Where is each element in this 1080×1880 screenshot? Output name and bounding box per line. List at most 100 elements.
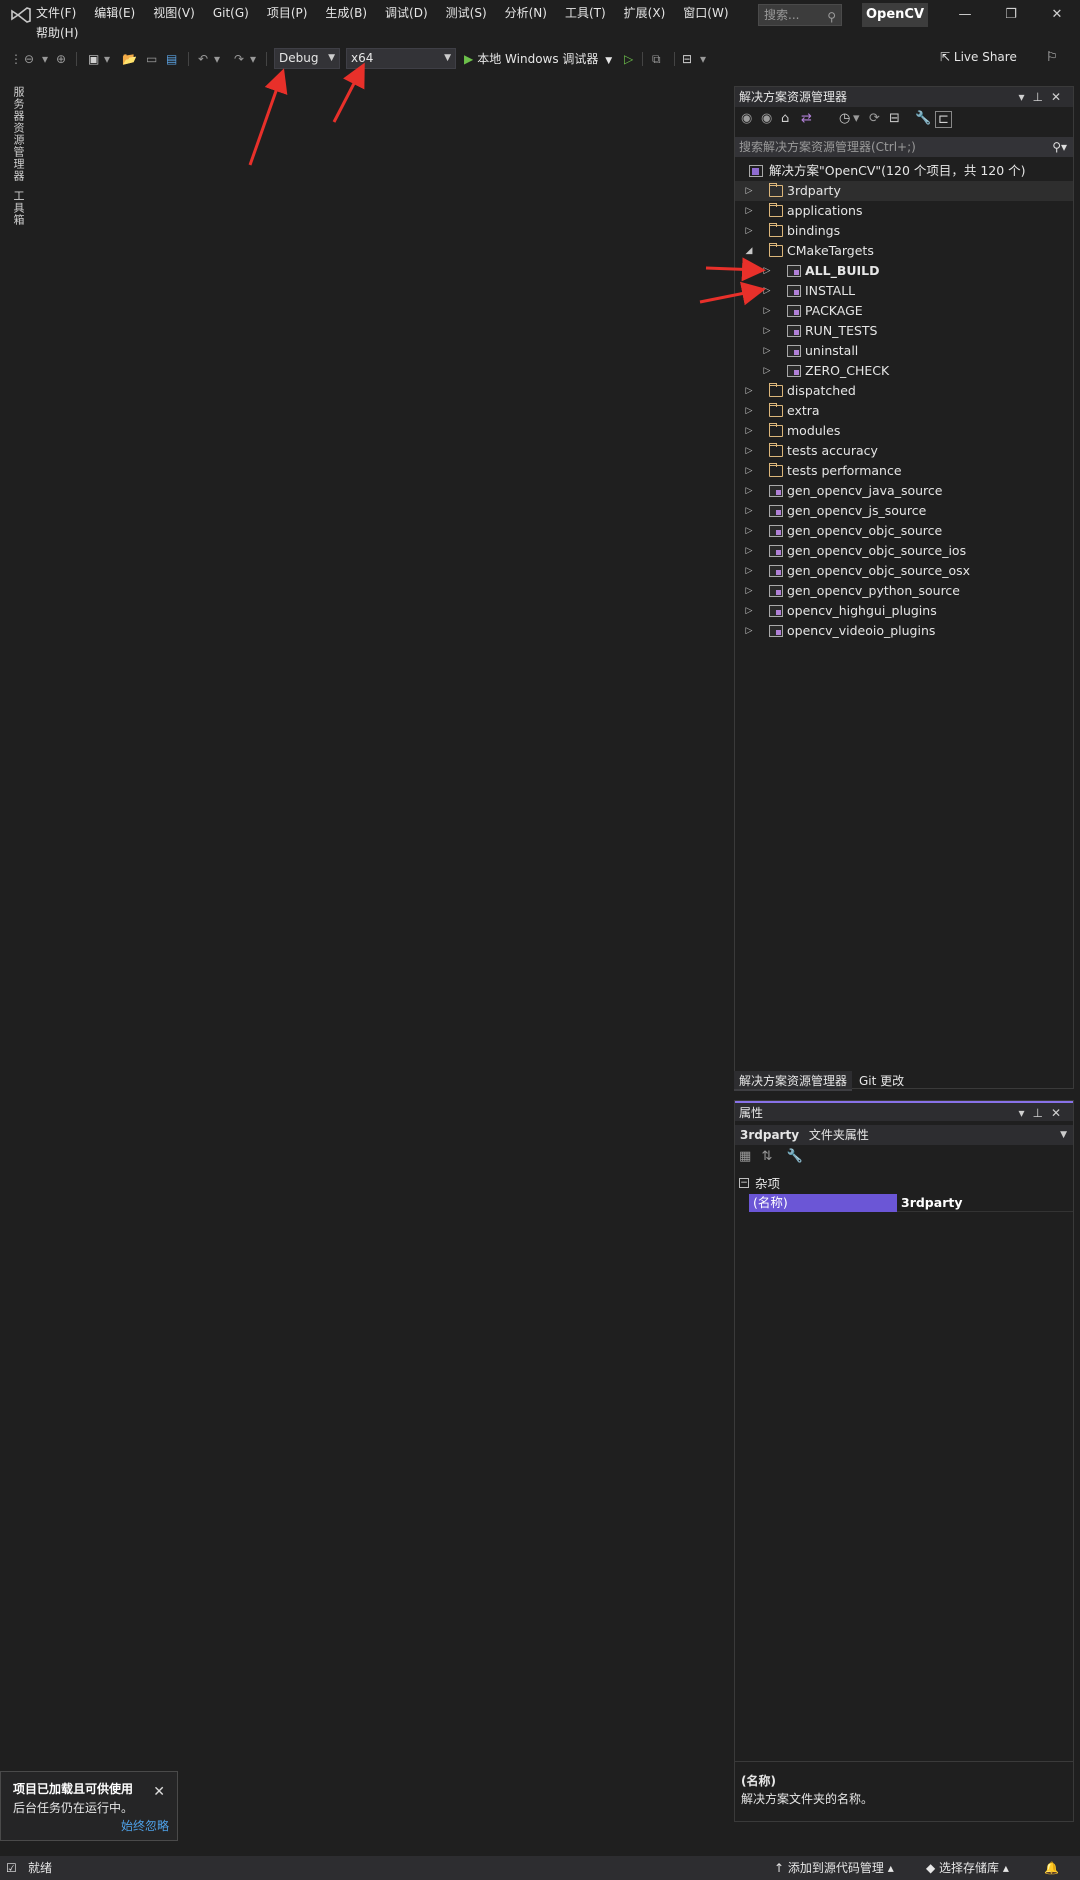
project-node[interactable]: ▷ opencv_videoio_plugins [735,621,1073,641]
project-node[interactable]: ▷ RUN_TESTS [735,321,1073,341]
navigate-back-icon[interactable]: ⊖ [24,48,34,70]
alphabetical-icon[interactable]: ⇅ [761,1149,772,1164]
collapse-icon[interactable]: − [739,1178,749,1188]
open-file-icon[interactable]: 📂 [122,48,137,70]
property-row[interactable]: (名称) 3rdparty [749,1194,1073,1212]
select-repository-button[interactable]: ◆ 选择存储库 ▴ [926,1856,1009,1880]
restore-button[interactable]: ❐ [996,4,1026,26]
solution-configuration-select[interactable]: Debug ▼ [274,48,340,69]
menu-item[interactable]: 编辑(E) [94,3,135,23]
project-node[interactable]: ▷ opencv_highgui_plugins [735,601,1073,621]
project-node[interactable]: ▷ gen_opencv_java_source [735,481,1073,501]
solution-folder-node[interactable]: ▷ extra [735,401,1073,421]
property-category[interactable]: − 杂项 [735,1175,1073,1193]
project-node[interactable]: ▷ gen_opencv_objc_source [735,521,1073,541]
layout-icon[interactable]: ⊟ [682,48,692,70]
solution-folder-node[interactable]: ▷ tests accuracy [735,441,1073,461]
start-debugging-button[interactable]: ▶ 本地 Windows 调试器 ▼ [464,48,612,70]
dropdown-caret-icon[interactable]: ▾ [250,48,256,70]
window-options-icon[interactable]: ▾ [1018,90,1032,104]
project-node[interactable]: ▷ gen_opencv_js_source [735,501,1073,521]
expand-arrow-icon[interactable]: ▷ [743,461,755,481]
browse-icon[interactable]: ⧉ [652,48,661,70]
properties-icon[interactable]: 🔧 [915,111,931,126]
menu-item[interactable]: 分析(N) [505,3,547,23]
menu-item[interactable]: 扩展(X) [624,3,666,23]
pending-changes-filter-icon[interactable]: ◷ [839,111,850,126]
expand-arrow-icon[interactable]: ▷ [743,561,755,581]
project-node[interactable]: ▷ gen_opencv_python_source [735,581,1073,601]
solution-folder-node[interactable]: ▷ applications [735,201,1073,221]
menu-item[interactable]: 项目(P) [267,3,308,23]
live-share-button[interactable]: ⇱ Live Share [940,50,1017,64]
properties-object-select[interactable]: 3rdparty 文件夹属性 ▼ [735,1125,1073,1145]
expand-arrow-icon[interactable]: ▷ [743,581,755,601]
expand-arrow-icon[interactable]: ▷ [761,261,773,281]
pin-icon[interactable]: ⊥ [1032,90,1050,104]
minimize-button[interactable]: — [950,4,980,26]
global-search-input[interactable]: 搜索... ⚲ [758,4,842,26]
dropdown-caret-icon[interactable]: ▾ [853,111,860,126]
save-icon[interactable]: ▭ [146,48,157,70]
preview-selected-icon[interactable]: ⊏ [935,111,952,128]
expand-arrow-icon[interactable]: ▷ [761,281,773,301]
expand-arrow-icon[interactable]: ▷ [761,301,773,321]
solution-folder-node[interactable]: ◢ CMakeTargets [735,241,1073,261]
add-to-source-control-button[interactable]: ↑ 添加到源代码管理 ▴ [774,1856,894,1880]
window-options-icon[interactable]: ▾ [1018,1106,1032,1120]
back-icon[interactable]: ◉ [741,111,752,126]
server-explorer-tab[interactable]: 服务器资源管理器 [10,86,26,182]
expand-arrow-icon[interactable]: ▷ [761,321,773,341]
project-node[interactable]: ▷ PACKAGE [735,301,1073,321]
project-node[interactable]: ▷ ALL_BUILD [735,261,1073,281]
start-without-debugging-icon[interactable]: ▷ [624,48,633,70]
feedback-icon[interactable]: ⚐ [1046,50,1058,65]
expand-arrow-icon[interactable]: ▷ [743,401,755,421]
collapse-arrow-icon[interactable]: ◢ [743,241,755,261]
menu-help[interactable]: 帮助(H) [36,23,78,43]
collapse-all-icon[interactable]: ⊟ [889,111,900,126]
undo-icon[interactable]: ↶ [198,48,208,70]
solution-folder-node[interactable]: ▷ dispatched [735,381,1073,401]
close-button[interactable]: ✕ [1042,4,1072,26]
navigate-forward-icon[interactable]: ⊕ [56,48,66,70]
expand-arrow-icon[interactable]: ▷ [743,621,755,641]
menu-item[interactable]: 窗口(W) [683,3,728,23]
expand-arrow-icon[interactable]: ▷ [743,481,755,501]
project-node[interactable]: ▷ gen_opencv_objc_source_osx [735,561,1073,581]
dropdown-caret-icon[interactable]: ▾ [104,48,110,70]
menu-item[interactable]: 工具(T) [565,3,606,23]
menu-item[interactable]: 生成(B) [325,3,367,23]
project-node[interactable]: ▷ gen_opencv_objc_source_ios [735,541,1073,561]
expand-arrow-icon[interactable]: ▷ [743,381,755,401]
close-icon[interactable]: ✕ [1051,90,1069,104]
project-node[interactable]: ▷ INSTALL [735,281,1073,301]
switch-views-icon[interactable]: ⇄ [801,111,812,126]
dropdown-caret-icon[interactable]: ▾ [214,48,220,70]
project-node[interactable]: ▷ ZERO_CHECK [735,361,1073,381]
home-icon[interactable]: ⌂ [781,111,789,126]
menu-item[interactable]: 测试(S) [446,3,487,23]
expand-arrow-icon[interactable]: ▷ [743,421,755,441]
expand-arrow-icon[interactable]: ▷ [761,361,773,381]
expand-arrow-icon[interactable]: ▷ [743,221,755,241]
new-project-icon[interactable]: ▣ [88,48,99,70]
solution-folder-node[interactable]: ▷ 3rdparty [735,181,1073,201]
expand-arrow-icon[interactable]: ▷ [743,441,755,461]
solution-folder-node[interactable]: ▷ tests performance [735,461,1073,481]
expand-arrow-icon[interactable]: ▷ [743,601,755,621]
menu-item[interactable]: 调试(D) [385,3,428,23]
solution-explorer-search[interactable]: 搜索解决方案资源管理器(Ctrl+;) ⚲▾ [735,137,1073,157]
expand-arrow-icon[interactable]: ▷ [761,341,773,361]
menu-item[interactable]: Git(G) [213,3,249,23]
expand-arrow-icon[interactable]: ▷ [743,181,755,201]
solution-folder-node[interactable]: ▷ modules [735,421,1073,441]
sync-icon[interactable]: ⟳ [869,111,880,126]
property-pages-icon[interactable]: 🔧 [786,1149,802,1164]
expand-arrow-icon[interactable]: ▷ [743,541,755,561]
tab-solution-explorer[interactable]: 解决方案资源管理器 [734,1071,853,1091]
dropdown-caret-icon[interactable]: ▾ [42,48,48,70]
categorized-icon[interactable]: ▦ [739,1149,751,1164]
expand-arrow-icon[interactable]: ▷ [743,501,755,521]
solution-node[interactable]: 解决方案"OpenCV"(120 个项目，共 120 个) [735,161,1073,181]
